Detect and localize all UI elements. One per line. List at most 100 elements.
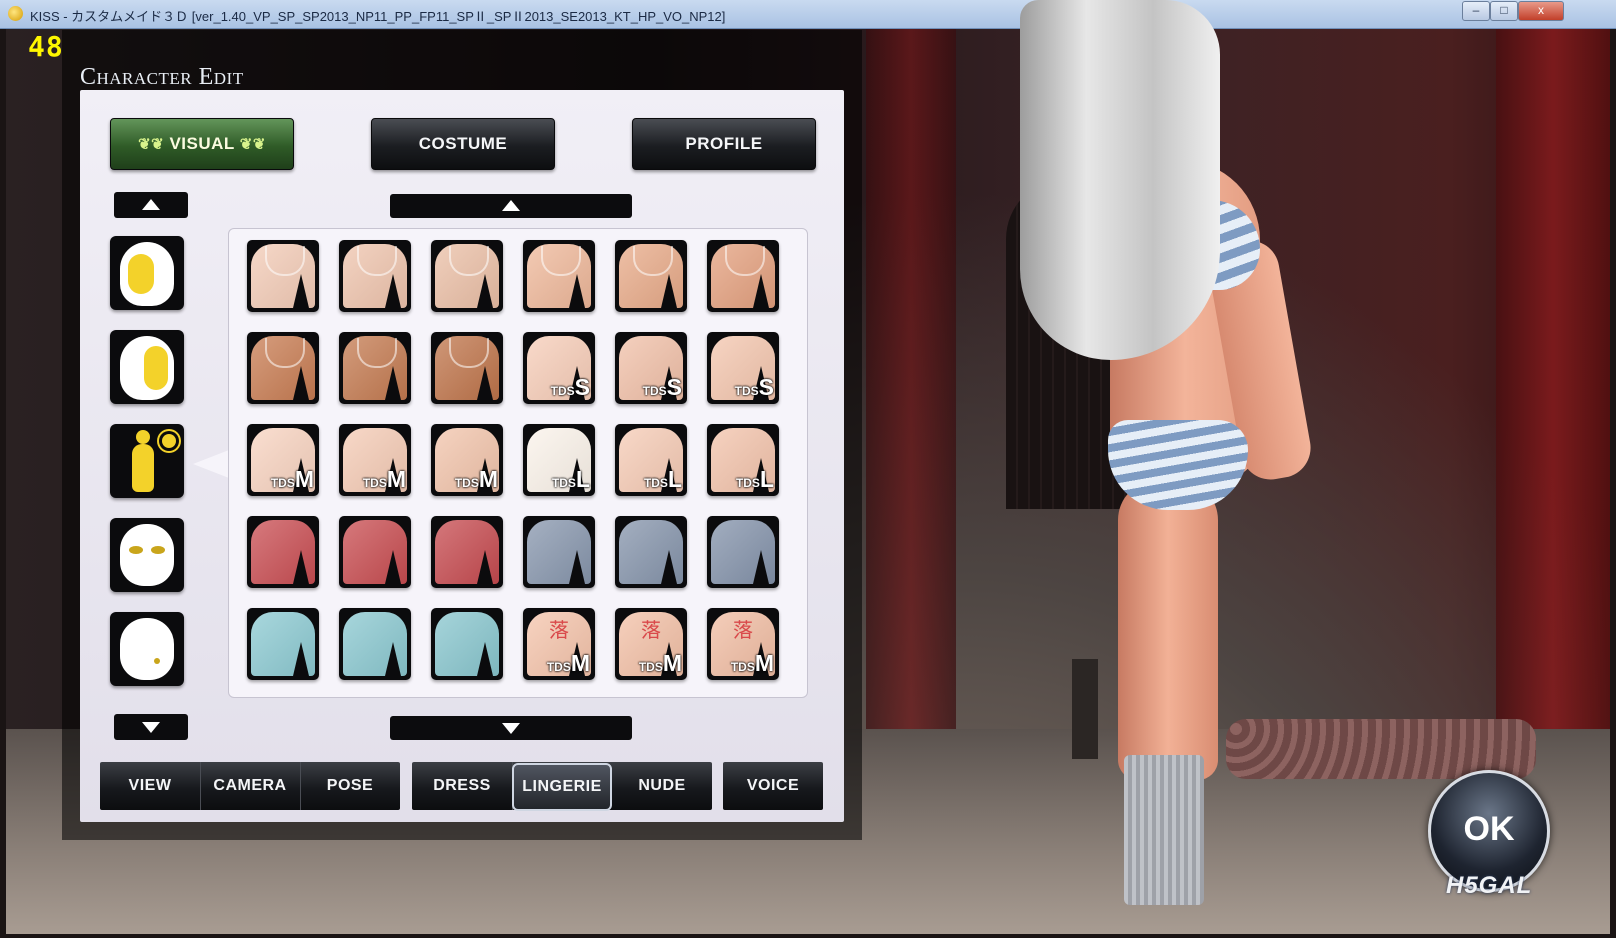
face-eyes-icon bbox=[120, 524, 174, 586]
camera-button[interactable]: CAMERA bbox=[200, 762, 301, 810]
tab-visual[interactable]: ❦❦ VISUAL ❦❦ bbox=[110, 118, 294, 170]
tab-profile[interactable]: PROFILE bbox=[632, 118, 816, 170]
swatch-item[interactable] bbox=[339, 332, 411, 404]
swatch-size-badge: TDSM bbox=[547, 650, 590, 677]
swatch-item[interactable]: TDSS bbox=[615, 332, 687, 404]
tint-cyan-icon bbox=[431, 608, 503, 680]
category-hair-button[interactable] bbox=[110, 330, 184, 404]
badge-size: L bbox=[575, 466, 590, 492]
voice-button[interactable]: VOICE bbox=[723, 762, 823, 810]
swatch-item[interactable]: TDSM bbox=[431, 424, 503, 496]
tint-red-icon bbox=[247, 516, 319, 588]
swatch-item[interactable] bbox=[615, 240, 687, 312]
pose-button[interactable]: POSE bbox=[300, 762, 400, 810]
panel-title: Character Edit bbox=[80, 64, 244, 90]
swatch-size-badge: TDSL bbox=[644, 466, 682, 493]
swatch-item[interactable] bbox=[247, 516, 319, 588]
swatch-item[interactable] bbox=[247, 608, 319, 680]
maximize-button[interactable]: □ bbox=[1490, 1, 1518, 21]
badge-size: L bbox=[667, 466, 682, 492]
swatch-size-badge: TDSM bbox=[363, 466, 406, 493]
swatch-item[interactable] bbox=[247, 332, 319, 404]
swatch-item[interactable] bbox=[339, 240, 411, 312]
swatch-item[interactable]: TDSL bbox=[615, 424, 687, 496]
swatch-item[interactable]: 落 TDSM bbox=[523, 608, 595, 680]
tab-costume[interactable]: COSTUME bbox=[371, 118, 555, 170]
category-body-button[interactable] bbox=[110, 424, 184, 498]
swatch-item[interactable] bbox=[431, 240, 503, 312]
tab-visual-label: VISUAL bbox=[169, 134, 235, 153]
swatch-item[interactable]: 落 TDSM bbox=[615, 608, 687, 680]
swatch-item[interactable] bbox=[431, 516, 503, 588]
lingerie-button[interactable]: LINGERIE bbox=[512, 763, 612, 811]
badge-size: M bbox=[478, 466, 498, 492]
swatch-size-badge: TDSL bbox=[552, 466, 590, 493]
swatch-kanji: 落 bbox=[549, 618, 569, 642]
category-eyes-button[interactable] bbox=[110, 518, 184, 592]
skin-tan-light-icon bbox=[247, 240, 319, 312]
swatch-item[interactable] bbox=[247, 240, 319, 312]
swatch-item[interactable]: TDSM bbox=[339, 424, 411, 496]
swatch-item[interactable]: TDSL bbox=[707, 424, 779, 496]
head-side-icon bbox=[120, 336, 174, 400]
selection-pointer bbox=[193, 450, 229, 478]
badge-size: M bbox=[294, 466, 314, 492]
swatch-item[interactable] bbox=[523, 240, 595, 312]
swatch-item[interactable]: TDSS bbox=[707, 332, 779, 404]
swatch-item[interactable] bbox=[707, 240, 779, 312]
nude-button[interactable]: NUDE bbox=[612, 762, 712, 810]
badge-prefix: TDS bbox=[734, 384, 759, 398]
swatch-item[interactable] bbox=[707, 516, 779, 588]
grid-scroll-down-button[interactable] bbox=[390, 716, 632, 740]
swatch-size-badge: TDSS bbox=[735, 374, 774, 401]
tint-blue-icon bbox=[523, 516, 595, 588]
badge-prefix: TDS bbox=[550, 384, 575, 398]
close-button[interactable]: x bbox=[1518, 1, 1564, 21]
swatch-item[interactable] bbox=[615, 516, 687, 588]
app-icon bbox=[8, 6, 23, 21]
swatch-size-badge: TDSM bbox=[731, 650, 774, 677]
swatch-item[interactable]: TDSS bbox=[523, 332, 595, 404]
swatch-item[interactable] bbox=[339, 516, 411, 588]
badge-prefix: TDS bbox=[362, 476, 387, 490]
swatch-item[interactable]: TDSM bbox=[247, 424, 319, 496]
tint-blue-icon bbox=[615, 516, 687, 588]
curtain-left bbox=[866, 29, 956, 729]
arrow-up-icon bbox=[502, 199, 520, 211]
swatch-item[interactable]: TDSL bbox=[523, 424, 595, 496]
swatch-item[interactable] bbox=[523, 516, 595, 588]
tint-red-icon bbox=[339, 516, 411, 588]
swatch-size-badge: TDSS bbox=[551, 374, 590, 401]
grid-scroll-up-button[interactable] bbox=[390, 194, 632, 218]
vine-right-icon: ❦❦ bbox=[239, 136, 266, 153]
view-button[interactable]: VIEW bbox=[100, 762, 201, 810]
swatch-item[interactable]: 落 TDSM bbox=[707, 608, 779, 680]
tint-blue-icon bbox=[707, 516, 779, 588]
fps-counter: 48 bbox=[28, 30, 64, 63]
tint-red-icon bbox=[431, 516, 503, 588]
body-sun-icon bbox=[110, 424, 184, 498]
category-head-button[interactable] bbox=[110, 236, 184, 310]
badge-size: S bbox=[666, 374, 682, 400]
skin-tan-medium-icon bbox=[615, 240, 687, 312]
category-scroll-down-button[interactable] bbox=[114, 714, 188, 740]
tint-cyan-icon bbox=[339, 608, 411, 680]
badge-prefix: TDS bbox=[270, 476, 295, 490]
swatch-item[interactable] bbox=[431, 332, 503, 404]
badge-size: S bbox=[574, 374, 590, 400]
skin-tan-medium-icon bbox=[523, 240, 595, 312]
minimize-button[interactable]: – bbox=[1462, 1, 1490, 21]
watermark-logo: H5GAL bbox=[1446, 872, 1533, 899]
swatch-size-badge: TDSM bbox=[639, 650, 682, 677]
arrow-down-icon bbox=[142, 722, 160, 734]
swatch-size-badge: TDSM bbox=[455, 466, 498, 493]
category-mole-button[interactable] bbox=[110, 612, 184, 686]
category-scroll-up-button[interactable] bbox=[114, 192, 188, 218]
swatch-kanji: 落 bbox=[733, 618, 753, 642]
badge-size: M bbox=[386, 466, 406, 492]
swatch-item[interactable] bbox=[339, 608, 411, 680]
swatch-item[interactable] bbox=[431, 608, 503, 680]
badge-prefix: TDS bbox=[735, 476, 760, 490]
dress-button[interactable]: DRESS bbox=[412, 762, 513, 810]
badge-prefix: TDS bbox=[454, 476, 479, 490]
